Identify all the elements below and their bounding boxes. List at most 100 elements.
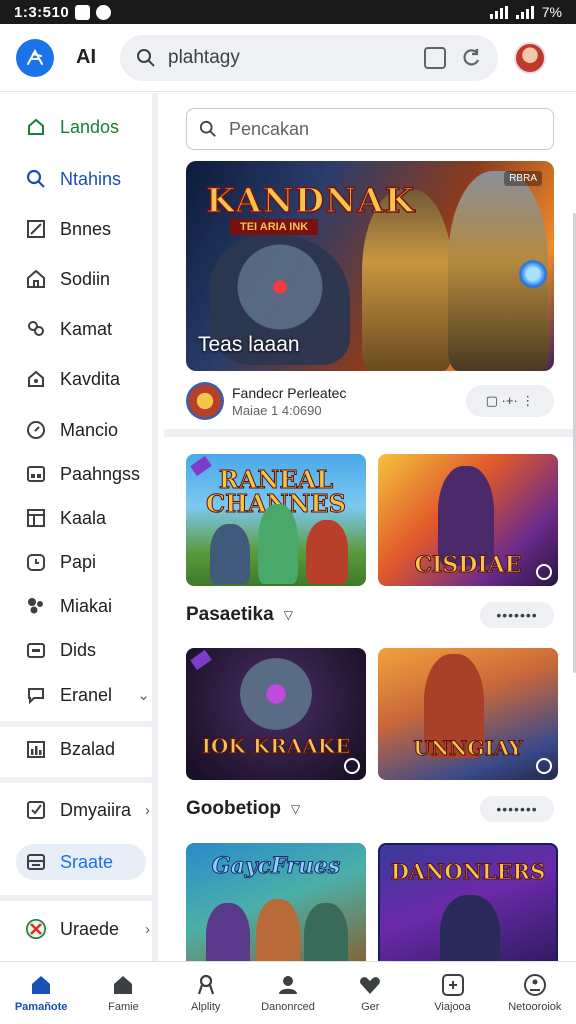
tray-icon xyxy=(26,852,46,872)
content-search-bar[interactable] xyxy=(186,108,554,150)
top-search-bar[interactable]: plahtagy xyxy=(120,34,498,81)
sidebar-item-label: Kavdita xyxy=(60,368,121,389)
layout-icon xyxy=(26,508,46,528)
bottom-nav-item-famie[interactable]: Famie xyxy=(82,962,164,1024)
sidebar-item-landos[interactable]: Landos xyxy=(16,109,150,145)
character-artwork xyxy=(304,903,348,961)
profile-avatar[interactable] xyxy=(514,41,546,74)
bottom-nav-item-netooroiok[interactable]: Netooroiok xyxy=(494,962,576,1024)
featured-meta-row: Fandecr Perleatec Maiae 1 4:0690 ▢ ·+· ⋮ xyxy=(186,381,554,421)
bottom-nav-label: Netooroiok xyxy=(508,1001,562,1013)
ribbon-icon xyxy=(194,973,218,997)
sidebar-item-eranel[interactable]: Eranel ⌄ xyxy=(16,677,150,713)
chevron-down-icon[interactable]: ▽ xyxy=(284,608,293,622)
home-icon xyxy=(29,973,53,997)
game-tile[interactable]: DANONLERS xyxy=(378,843,558,961)
publisher-avatar[interactable] xyxy=(186,382,224,420)
calendar-icon xyxy=(26,640,46,660)
sidebar-item-paahngss[interactable]: Paahngss xyxy=(16,456,150,492)
sidebar-item-miakai[interactable]: Miakai xyxy=(16,588,150,624)
sidebar-item-label: Dids xyxy=(60,639,97,660)
robot-head-artwork xyxy=(240,658,312,730)
sidebar-item-label: Kamat xyxy=(60,318,113,339)
banner-caption: Teas laaan xyxy=(198,333,300,356)
game-tile-title: IOK KRAAKE xyxy=(201,734,351,758)
sidebar-item-label: Dmyaiira xyxy=(60,799,132,820)
game-tile[interactable]: CISDIAE xyxy=(378,454,558,586)
controller-icon xyxy=(441,973,465,997)
game-tile[interactable]: IOK KRAAKE xyxy=(186,648,366,780)
game-tile[interactable]: GaycFrues xyxy=(186,843,366,961)
sidebar-item-ntahins[interactable]: Ntahins xyxy=(16,161,150,197)
notification-icon xyxy=(75,4,91,20)
game-tile[interactable]: UNNGIAY xyxy=(378,648,558,780)
section-header: Pasaetika ▽ ••••••• xyxy=(186,600,554,630)
face-icon xyxy=(523,973,547,997)
sidebar-item-bzalad[interactable]: Bzalad xyxy=(16,731,150,767)
puzzle-icon xyxy=(26,596,46,616)
chevron-right-icon[interactable]: › xyxy=(145,921,150,938)
app-logo-icon[interactable] xyxy=(16,38,54,77)
chevron-down-icon[interactable]: ▽ xyxy=(291,802,300,816)
people-icon xyxy=(26,319,46,339)
sidebar-item-kavdita[interactable]: Kavdita xyxy=(16,361,150,397)
play-icon[interactable] xyxy=(536,564,552,580)
chevron-down-icon[interactable]: ⌄ xyxy=(137,686,150,704)
game-tile-title: UNNGIAY xyxy=(413,736,523,760)
play-icon[interactable] xyxy=(536,758,552,774)
signal-icon xyxy=(515,5,534,19)
sidebar-item-dmyaiira[interactable]: Dmyaiira › xyxy=(16,792,150,828)
content-search-input[interactable] xyxy=(229,118,529,140)
play-icon[interactable] xyxy=(344,758,360,774)
sidebar-item-papi[interactable]: Papi xyxy=(16,544,150,580)
game-logo-wordmark: KANDNAK xyxy=(205,180,416,222)
house-icon xyxy=(26,269,46,289)
section-more-button[interactable]: ••••••• xyxy=(480,602,554,628)
search-icon xyxy=(199,120,216,137)
bottom-nav-item-viajooa[interactable]: Viajooa xyxy=(411,962,493,1024)
checkbox-icon xyxy=(26,800,46,820)
sidebar-item-dids[interactable]: Dids xyxy=(16,632,150,668)
home-outline-icon xyxy=(26,117,46,137)
sidebar-item-sraate[interactable]: Sraate xyxy=(16,844,146,880)
character-artwork xyxy=(210,524,250,584)
bottom-nav-item-ger[interactable]: Ger xyxy=(329,962,411,1024)
section-more-button[interactable]: ••••••• xyxy=(480,796,554,822)
sidebar-item-kaala[interactable]: Kaala xyxy=(16,500,150,536)
sidebar-item-label: Papi xyxy=(60,551,97,572)
magic-orb-icon xyxy=(518,259,548,289)
featured-actions-pill[interactable]: ▢ ·+· ⋮ xyxy=(466,385,554,417)
main-content: KANDNAK TEI ARIA INK RBRA Teas laaan Fan… xyxy=(164,93,576,961)
sidebar-item-bnnes[interactable]: Bnnes xyxy=(16,211,150,247)
sidebar-item-uraede[interactable]: Uraede › xyxy=(16,911,150,947)
top-search-query[interactable]: plahtagy xyxy=(168,47,414,69)
image-search-icon[interactable] xyxy=(424,46,446,69)
search-icon xyxy=(137,48,155,67)
section-title: Goobetiop xyxy=(186,798,281,819)
square-slash-icon xyxy=(26,219,46,239)
sidebar-item-sodiin[interactable]: Sodiin xyxy=(16,261,150,297)
sidebar: Landos Ntahins Bnnes Sodiin Kamat Kavdit… xyxy=(0,93,158,961)
game-tile-title: CISDIAE xyxy=(414,552,522,578)
character-artwork xyxy=(306,520,348,584)
status-time: 1:3:510 xyxy=(14,3,70,21)
bottom-nav-item-alplity[interactable]: Alplity xyxy=(165,962,247,1024)
featured-banner[interactable]: KANDNAK TEI ARIA INK RBRA Teas laaan xyxy=(186,161,554,371)
xbox-icon xyxy=(26,919,46,939)
sidebar-item-label: Mancio xyxy=(60,419,119,440)
sidebar-item-label: Sraate xyxy=(60,851,114,872)
bottom-nav-item-home[interactable]: Pamañote xyxy=(0,962,82,1024)
house-icon xyxy=(111,973,135,997)
game-tile[interactable]: RANEAL CHANNES xyxy=(186,454,366,586)
tag-ribbon-icon xyxy=(190,649,212,671)
sidebar-divider xyxy=(0,895,158,901)
character-artwork xyxy=(440,895,500,961)
featured-title: Fandecr Perleatec xyxy=(232,384,347,401)
refresh-icon[interactable] xyxy=(460,47,482,69)
character-artwork xyxy=(256,899,300,961)
sidebar-item-kamat[interactable]: Kamat xyxy=(16,311,150,347)
wifi-icon xyxy=(489,5,508,19)
chevron-right-icon[interactable]: › xyxy=(145,802,150,819)
sidebar-item-mancio[interactable]: Mancio xyxy=(16,412,150,448)
bottom-nav-item-danonrced[interactable]: Danonrced xyxy=(247,962,329,1024)
